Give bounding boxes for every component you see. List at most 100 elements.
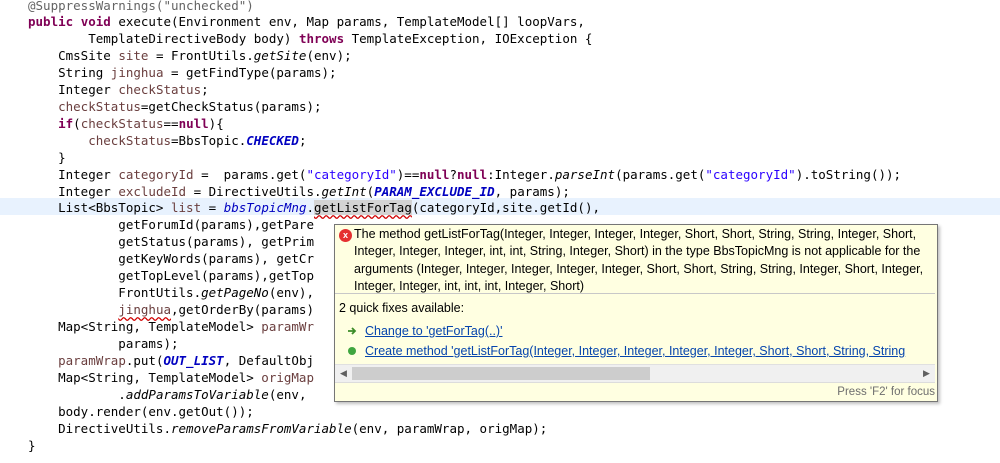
code-text: ? [449, 167, 457, 182]
error-icon: x [339, 229, 352, 242]
quick-fix-link[interactable]: Change to 'getForTag(..)' [365, 323, 502, 339]
code-text: ( [73, 116, 81, 131]
code-text: (params.get( [615, 167, 706, 182]
code-line-19: jinghua,getOrderBy(params) [28, 301, 314, 318]
code-line-22: paramWrap.put(OUT_LIST, DefaultObj [28, 352, 314, 369]
code-text: ){ [208, 116, 224, 131]
horizontal-scrollbar[interactable]: ◀ ▶ [335, 364, 935, 382]
change-arrow-icon [348, 327, 357, 335]
code-text: (env), [268, 285, 314, 300]
code-text: =BbsTopic. [171, 133, 247, 148]
code-text: getKeyWords(params), getCr [28, 251, 314, 266]
quick-fix-link[interactable]: Create method 'getListForTag(Integer, In… [365, 343, 905, 359]
code-line-21: params); [28, 335, 179, 352]
code-text: ,getOrderBy(params) [171, 302, 314, 317]
code-line-23: Map<String, TemplateModel> origMap [28, 369, 314, 386]
code-text: } [28, 150, 66, 165]
code-text: DirectiveUtils. [28, 421, 171, 436]
static-method: getInt [321, 184, 367, 199]
string-literal: "categoryId" [306, 167, 397, 182]
code-text: List<BbsTopic> [28, 200, 171, 215]
code-text: (env); [306, 48, 352, 63]
code-line-14: getForumId(params),getPare [28, 216, 314, 233]
local-variable: jinghua [110, 65, 164, 80]
keyword: null [419, 167, 450, 182]
keyword: public [28, 14, 74, 29]
code-text: :Integer. [487, 167, 555, 182]
code-line-1: @SuppressWarnings("unchecked") [28, 0, 254, 14]
error-method-call[interactable]: getListForTag [314, 200, 412, 215]
scrollbar-thumb[interactable] [352, 367, 650, 380]
code-text: getTopLevel(params),getTop [28, 268, 314, 283]
code-text: =getCheckStatus(params); [140, 99, 322, 114]
code-text: body.render(env.getOut()); [28, 404, 254, 419]
code-line-10: } [28, 149, 66, 166]
quick-fix-popup[interactable]: x The method getListForTag(Integer, Inte… [334, 224, 938, 402]
code-line-11: Integer categoryId = params.get("categor… [28, 166, 901, 183]
code-text: == [163, 116, 179, 131]
code-text: )== [396, 167, 420, 182]
code-line-5: String jinghua = getFindType(params); [28, 64, 337, 81]
local-variable: checkStatus [118, 82, 202, 97]
code-text: Integer [28, 167, 119, 182]
code-text: Integer [28, 82, 119, 97]
annotation: @SuppressWarnings("unchecked") [28, 0, 254, 13]
code-text: = [201, 200, 224, 215]
local-variable: paramWr [261, 319, 314, 334]
code-text: execute(Environment env, Map params, Tem… [110, 14, 585, 29]
code-text: String [28, 65, 111, 80]
static-field: OUT_LIST [163, 353, 224, 368]
code-text: = DirectiveUtils. [186, 184, 322, 199]
keyword: if [58, 116, 74, 131]
code-text: } [28, 438, 36, 453]
code-text: (env, paramWrap, origMap); [351, 421, 548, 436]
code-text: Map<String, TemplateModel> [28, 319, 262, 334]
keyword: null [178, 116, 209, 131]
local-variable: site [118, 48, 149, 63]
code-text: ).toString()); [795, 167, 902, 182]
code-line-4: CmsSite site = FrontUtils.getSite(env); [28, 47, 352, 64]
create-method-icon [348, 347, 356, 355]
code-text: TemplateException, IOException { [344, 31, 593, 46]
code-text: Integer [28, 184, 119, 199]
code-line-25: body.render(env.getOut()); [28, 403, 254, 420]
local-variable: excludeId [118, 184, 187, 199]
popup-footer-hint: Press 'F2' for focus [335, 382, 935, 401]
code-line-27: } [28, 437, 36, 454]
quick-fixes-title: 2 quick fixes available: [339, 301, 465, 315]
static-method: parseInt [554, 167, 616, 182]
code-line-6: Integer checkStatus; [28, 81, 209, 98]
code-text: . [28, 387, 126, 402]
code-text: = params.get( [193, 167, 307, 182]
scroll-right-icon[interactable]: ▶ [918, 365, 935, 382]
code-line-20: Map<String, TemplateModel> paramWr [28, 318, 314, 335]
local-variable: origMap [261, 370, 314, 385]
code-text: , DefaultObj [223, 353, 315, 368]
code-text: = getFindType(params); [163, 65, 337, 80]
code-line-24: .addParamsToVariable(env, [28, 386, 314, 403]
local-variable: checkStatus [58, 99, 141, 114]
code-text: ; [298, 133, 307, 148]
local-variable: jinghua [118, 302, 171, 317]
code-line-18: FrontUtils.getPageNo(env), [28, 284, 314, 301]
keyword: null [457, 167, 488, 182]
code-line-7: checkStatus=getCheckStatus(params); [28, 98, 322, 115]
code-text: FrontUtils. [28, 285, 202, 300]
scroll-left-icon[interactable]: ◀ [335, 365, 352, 382]
static-method: getPageNo [201, 285, 269, 300]
static-method: addParamsToVariable [125, 387, 269, 402]
local-variable: list [171, 200, 202, 215]
keyword: void [80, 14, 111, 29]
static-method: removeParamsFromVariable [171, 421, 352, 436]
code-text: TemplateDirectiveBody body) [28, 31, 299, 46]
code-text: . [306, 200, 315, 215]
local-variable: paramWrap [58, 353, 126, 368]
code-text: params); [28, 336, 179, 351]
code-line-12: Integer excludeId = DirectiveUtils.getIn… [28, 183, 570, 200]
local-variable: categoryId [118, 167, 194, 182]
code-text: ; [201, 82, 209, 97]
code-line-26: DirectiveUtils.removeParamsFromVariable(… [28, 420, 547, 437]
static-field: PARAM_EXCLUDE_ID [374, 184, 495, 199]
string-literal: "categoryId" [705, 167, 796, 182]
code-text: = FrontUtils. [148, 48, 254, 63]
